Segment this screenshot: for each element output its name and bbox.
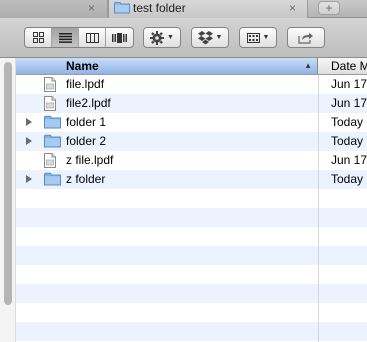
- sort-ascending-icon: ▲: [304, 61, 312, 70]
- disclosure-triangle-icon[interactable]: [26, 175, 32, 183]
- cover-flow-button[interactable]: [106, 28, 133, 47]
- list-item[interactable]: folder 2 Today: [16, 132, 367, 151]
- toolbar: ▼ ▼ ▼: [0, 18, 367, 58]
- share-icon: [298, 32, 313, 44]
- column-view-icon: [85, 32, 99, 43]
- tab-previous[interactable]: ×: [0, 0, 108, 18]
- file-list: Name ▲ Date Modified file.lpdf Jun 17: [16, 58, 367, 342]
- icon-view-icon: [32, 32, 44, 43]
- list-item[interactable]: file.lpdf Jun 17: [16, 75, 367, 94]
- list-header: Name ▲ Date Modified: [16, 58, 367, 75]
- disclosure-triangle-icon[interactable]: [26, 137, 32, 145]
- list-view-icon: [58, 32, 72, 43]
- list-view-button[interactable]: [52, 28, 79, 47]
- file-name: z file.lpdf: [66, 153, 114, 167]
- file-date: Jun 17: [331, 153, 367, 167]
- icon-view-button[interactable]: [25, 28, 52, 47]
- list-item[interactable]: z folder Today: [16, 170, 367, 189]
- name-column-label: Name: [66, 59, 99, 73]
- tab-title: test folder: [133, 1, 186, 15]
- action-button[interactable]: ▼: [143, 27, 181, 48]
- list-item[interactable]: folder 1 Today: [16, 113, 367, 132]
- name-column-header[interactable]: Name ▲: [16, 58, 318, 74]
- chevron-down-icon: ▼: [167, 34, 174, 41]
- chevron-down-icon: ▼: [215, 34, 223, 41]
- list-item[interactable]: file2.lpdf Jun 17: [16, 94, 367, 113]
- file-date: Today: [331, 134, 364, 148]
- date-column-label: Date Modified: [331, 59, 367, 73]
- file-date: Jun 17: [331, 77, 367, 91]
- arrange-grid-icon: [246, 32, 260, 43]
- file-name: file2.lpdf: [66, 96, 111, 110]
- gear-icon: [150, 30, 165, 45]
- tab-test-folder[interactable]: test folder ×: [108, 0, 308, 18]
- disclosure-triangle-icon[interactable]: [26, 118, 32, 126]
- file-name: folder 1: [66, 115, 107, 129]
- folder-icon: [114, 1, 130, 17]
- file-name: file.lpdf: [66, 77, 105, 91]
- document-icon: [44, 77, 56, 95]
- file-date: Today: [331, 172, 364, 186]
- view-switcher: [24, 27, 134, 48]
- folder-icon: [44, 115, 61, 132]
- file-date: Jun 17: [331, 96, 367, 110]
- close-tab-icon[interactable]: ×: [289, 1, 296, 15]
- vertical-scrollbar[interactable]: [0, 58, 16, 342]
- folder-icon: [44, 172, 61, 189]
- chevron-down-icon: ▼: [262, 34, 270, 41]
- document-icon: [44, 153, 56, 171]
- file-date: Today: [331, 115, 364, 129]
- folder-icon: [44, 134, 61, 151]
- scrollbar-thumb[interactable]: [4, 62, 12, 305]
- dropbox-button[interactable]: ▼: [191, 27, 229, 48]
- list-item[interactable]: z file.lpdf Jun 17: [16, 151, 367, 170]
- cover-flow-icon: [112, 32, 127, 43]
- file-name: z folder: [66, 172, 106, 186]
- document-icon: [44, 96, 56, 114]
- arrange-button[interactable]: ▼: [239, 27, 277, 48]
- column-view-button[interactable]: [79, 28, 106, 47]
- file-name: folder 2: [66, 134, 107, 148]
- date-column-header[interactable]: Date Modified: [318, 58, 367, 74]
- close-tab-icon[interactable]: ×: [88, 1, 95, 15]
- share-button[interactable]: [287, 27, 325, 48]
- new-tab-button[interactable]: +: [318, 1, 340, 15]
- tab-bar: × test folder × +: [0, 0, 367, 18]
- dropbox-icon: [197, 30, 213, 44]
